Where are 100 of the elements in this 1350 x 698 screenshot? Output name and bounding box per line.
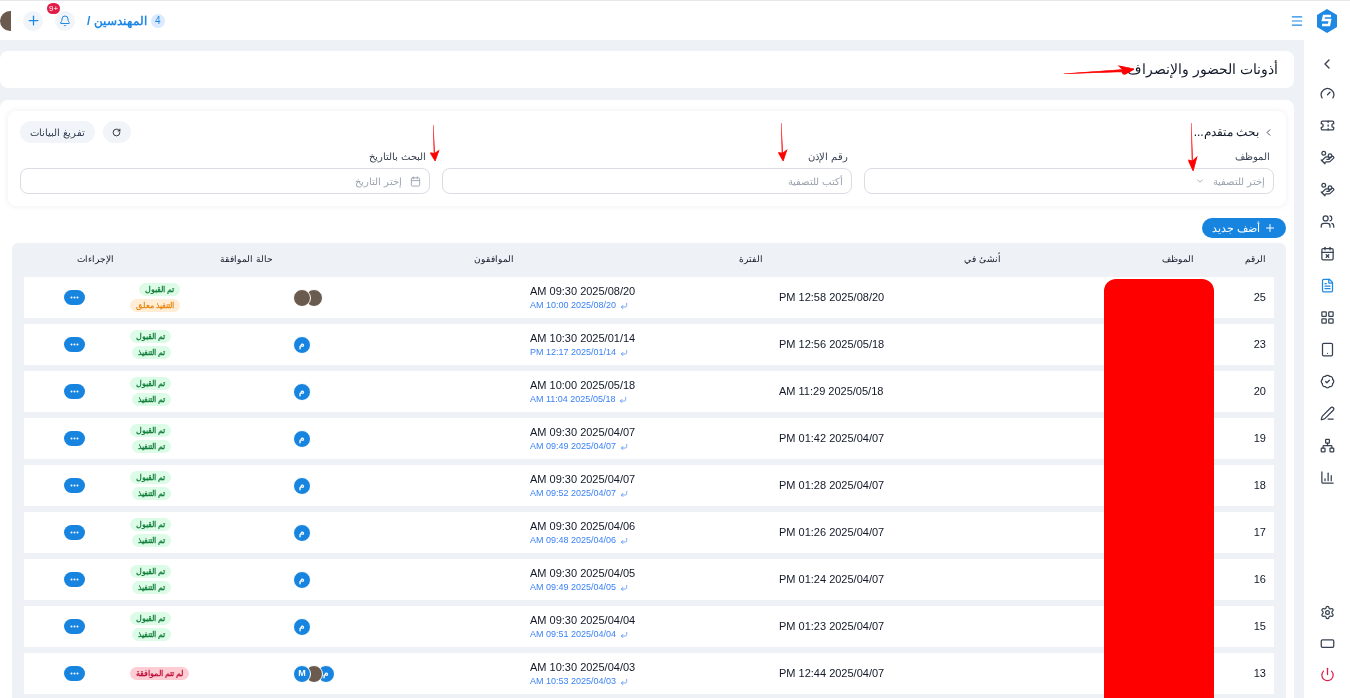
field-label: البحث بالتاريخ: [368, 150, 427, 164]
dots-icon: [70, 484, 79, 487]
add-button[interactable]: [23, 10, 43, 31]
avatar: M: [293, 664, 311, 683]
row-number: 16: [1253, 572, 1267, 588]
created-date: AM 11:29 2025/05/18: [778, 384, 884, 400]
status-badge: تم التنفيذ: [132, 487, 172, 500]
bell-icon[interactable]: [59, 14, 71, 27]
refresh-button[interactable]: [102, 121, 131, 143]
period-start: AM 09:30 2025/04/04: [530, 612, 636, 628]
return-arrow-icon: [620, 348, 629, 357]
annotation-arrow: [428, 125, 440, 161]
plus-icon: [25, 13, 41, 28]
calendar-icon: [410, 175, 421, 187]
status-badge: لم تتم الموافقة: [130, 667, 190, 680]
more-button[interactable]: [64, 478, 85, 493]
created-date: PM 01:28 2025/04/07: [778, 478, 885, 494]
return-arrow-icon: [620, 630, 629, 639]
avatar-photo: [293, 288, 311, 307]
power-icon[interactable]: [1319, 667, 1335, 682]
pen-icon[interactable]: [1319, 406, 1335, 421]
user-avatar[interactable]: [0, 10, 11, 31]
status-badge: تم القبول: [130, 377, 172, 390]
status-badge: تم القبول: [130, 471, 172, 484]
filter-title[interactable]: بحث متقدم...: [1193, 123, 1259, 141]
column-header: الموظف: [1162, 253, 1195, 267]
more-button[interactable]: [64, 619, 85, 634]
row-number: 13: [1253, 666, 1267, 682]
column-header: الرقم: [1245, 253, 1267, 267]
period-end: AM 09:49 2025/04/05: [530, 581, 617, 594]
return-arrow-icon: [620, 442, 629, 451]
hand-coins-icon[interactable]: [1319, 182, 1335, 197]
more-button[interactable]: [64, 384, 85, 399]
bar-chart-icon[interactable]: [1319, 470, 1335, 485]
period-start: AM 09:30 2025/04/07: [530, 424, 636, 440]
column-header: حالة الموافقة: [220, 253, 274, 267]
dots-icon: [70, 343, 79, 346]
avatar: م: [293, 476, 311, 495]
status-badge: تم القبول: [130, 330, 172, 343]
annotation-arrow: [776, 123, 788, 161]
period-end: AM 11:04 2025/05/18: [530, 393, 616, 406]
more-button[interactable]: [64, 337, 85, 352]
devices-icon[interactable]: [1319, 342, 1335, 357]
status-badge: التنفيذ معلق: [130, 299, 181, 312]
status-badge: تم التنفيذ: [132, 393, 172, 406]
created-date: PM 01:42 2025/04/07: [778, 431, 885, 447]
hand-coins-icon[interactable]: [1319, 150, 1335, 165]
row-number: 18: [1253, 478, 1267, 494]
breadcrumb-count: 4: [150, 13, 165, 28]
logo-icon: [1316, 8, 1338, 33]
status-badge: تم التنفيذ: [132, 581, 172, 594]
avatar: م: [293, 617, 311, 636]
chevron-down-icon: [1195, 176, 1206, 186]
clear-button[interactable]: تفريغ البيانات: [20, 121, 95, 143]
refresh-icon: [112, 127, 122, 137]
ticket-icon[interactable]: [1319, 118, 1335, 133]
menu-icon[interactable]: [1290, 13, 1304, 28]
breadcrumb[interactable]: المهندسين /: [87, 11, 147, 30]
period-start: AM 10:30 2025/04/03: [530, 659, 636, 675]
return-arrow-icon: [620, 489, 629, 498]
avatar: م: [293, 523, 311, 542]
field-label: رقم الإذن: [807, 150, 849, 164]
rectangle-icon[interactable]: [1319, 636, 1335, 651]
status-badge: تم التنفيذ: [132, 346, 172, 359]
more-button[interactable]: [64, 431, 85, 446]
dots-icon: [70, 531, 79, 534]
network-icon[interactable]: [1319, 438, 1335, 453]
grid-icon[interactable]: [1319, 310, 1335, 325]
status-badge: تم التنفيذ: [132, 440, 172, 453]
return-arrow-icon: [620, 301, 629, 310]
dots-icon: [70, 672, 79, 675]
field-label: الموظف: [1234, 150, 1271, 164]
created-date: PM 12:56 2025/05/18: [778, 337, 885, 353]
more-button[interactable]: [64, 572, 85, 587]
return-arrow-icon: [620, 583, 629, 592]
column-header: أنشئ في: [964, 253, 1002, 267]
return-arrow-icon: [620, 677, 629, 686]
add-new-button[interactable]: أضف جديد: [1201, 218, 1286, 238]
dots-icon: [70, 625, 79, 628]
more-button[interactable]: [64, 290, 85, 305]
dots-icon: [70, 578, 79, 581]
period-start: AM 09:30 2025/04/06: [530, 518, 636, 534]
badge-check-icon[interactable]: [1319, 374, 1335, 389]
created-date: PM 01:24 2025/04/07: [778, 572, 885, 588]
period-end: AM 10:53 2025/04/03: [530, 675, 617, 688]
column-header: الموافقون: [474, 253, 515, 267]
document-icon[interactable]: [1319, 278, 1335, 293]
period-end: AM 09:52 2025/04/07: [530, 487, 617, 500]
avatar: م: [293, 429, 311, 448]
page-title: أذونات الحضور والإنصراف: [1127, 59, 1278, 80]
created-date: PM 12:58 2025/08/20: [778, 290, 885, 306]
row-number: 15: [1253, 619, 1267, 635]
settings-icon[interactable]: [1319, 605, 1335, 620]
more-button[interactable]: [64, 666, 85, 681]
dots-icon: [70, 437, 79, 440]
users-icon[interactable]: [1319, 214, 1335, 229]
more-button[interactable]: [64, 525, 85, 540]
gauge-icon[interactable]: [1319, 86, 1335, 101]
status-badge: تم التنفيذ: [132, 628, 172, 641]
calendar-x-icon[interactable]: [1319, 246, 1335, 261]
